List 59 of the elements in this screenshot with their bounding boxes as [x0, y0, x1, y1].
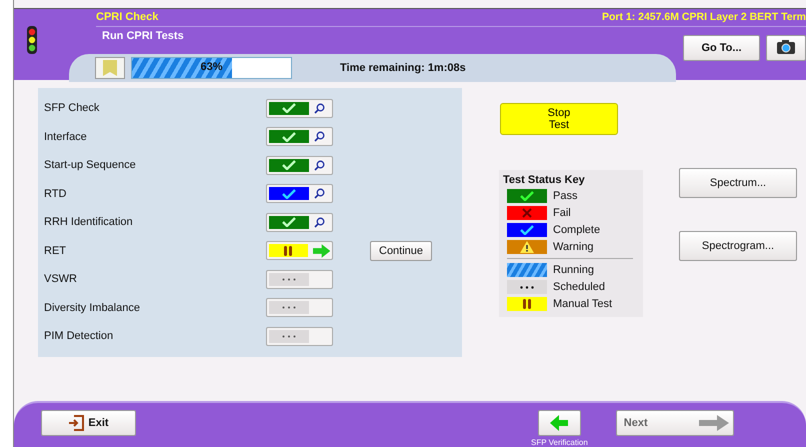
test-name: RTD	[44, 188, 68, 200]
key-label: Scheduled	[553, 281, 605, 293]
page-subtitle: Run CPRI Tests	[102, 30, 184, 44]
traffic-light-icon	[26, 26, 38, 54]
dots-icon	[282, 334, 296, 338]
key-label: Warning	[553, 241, 594, 253]
search-icon	[314, 131, 325, 142]
analysis-button[interactable]: Spectrum...	[679, 168, 797, 198]
test-name: RET	[44, 244, 67, 257]
stop-test-button[interactable]: Stop Test	[500, 103, 618, 135]
test-name: Diversity Imbalance	[44, 302, 141, 314]
search-icon	[314, 102, 325, 114]
test-status-button[interactable]	[266, 241, 333, 260]
back-caption: SFP Verification	[531, 438, 588, 447]
arrow-right-icon	[312, 244, 330, 258]
test-status-button[interactable]	[266, 127, 333, 146]
test-name: PIM Detection	[44, 330, 114, 342]
camera-icon	[776, 38, 796, 54]
search-icon	[314, 216, 325, 228]
time-remaining: Time remaining: 1m:08s	[340, 62, 466, 74]
back-button[interactable]	[538, 410, 581, 436]
test-status-button[interactable]	[266, 98, 333, 118]
test-name: SFP Check	[44, 102, 100, 114]
exit-icon	[68, 415, 84, 431]
test-status-button[interactable]	[266, 212, 333, 232]
test-name: Start-up Sequence	[44, 159, 137, 172]
test-name: Interface	[44, 130, 88, 143]
test-status-button[interactable]	[266, 156, 333, 175]
continue-button[interactable]: Continue	[370, 240, 432, 261]
check-icon	[281, 217, 297, 228]
arrow-right-icon	[698, 415, 729, 431]
test-name: RRH Identification	[44, 216, 134, 228]
key-label: Complete	[553, 224, 600, 236]
key-label: Fail	[553, 207, 571, 219]
key-label: Manual Test	[553, 298, 612, 310]
key-label: Pass	[553, 190, 578, 202]
note-button[interactable]	[95, 57, 125, 79]
go-to-button[interactable]: Go To...	[683, 35, 760, 61]
search-icon	[314, 188, 325, 200]
check-icon	[281, 160, 297, 170]
check-icon	[281, 188, 297, 199]
pause-icon	[283, 246, 294, 256]
dots-icon	[282, 278, 296, 281]
check-icon	[281, 103, 297, 114]
bookmark-icon	[103, 60, 117, 76]
app-title: CPRI Check	[96, 11, 158, 23]
search-icon	[314, 160, 325, 171]
progress-percent: 63%	[200, 61, 223, 73]
test-status-button[interactable]	[266, 184, 333, 204]
analysis-button[interactable]: Spectrogram...	[679, 231, 797, 261]
dots-icon	[282, 306, 296, 310]
key-title: Test Status Key	[503, 174, 586, 186]
key-label: Running	[553, 264, 594, 276]
port-info: Port 1: 2457.6M CPRI Layer 2 BERT Term	[602, 11, 806, 23]
camera-button[interactable]	[766, 35, 806, 61]
arrow-left-icon	[550, 415, 568, 431]
test-name: VSWR	[44, 273, 78, 286]
check-icon	[281, 132, 297, 142]
exit-button[interactable]: Exit	[41, 410, 136, 436]
